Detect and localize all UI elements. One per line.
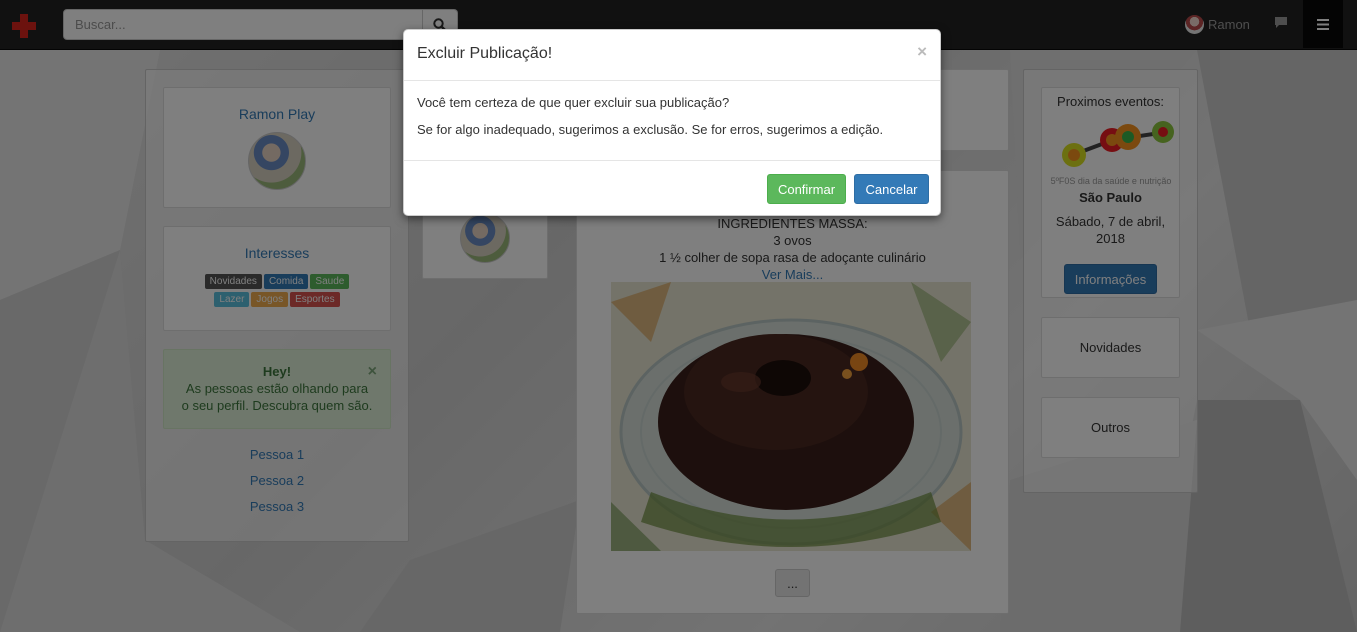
modal-question: Você tem certeza de que quer excluir sua… xyxy=(417,95,730,110)
modal-title: Excluir Publicação! xyxy=(417,45,553,62)
modal-advice: Se for algo inadequado, sugerimos a excl… xyxy=(417,122,884,137)
modal-body: Você tem certeza de que quer excluir sua… xyxy=(404,81,940,161)
modal-footer: Confirmar Cancelar xyxy=(404,161,940,216)
delete-post-modal: Excluir Publicação! × Você tem certeza d… xyxy=(403,29,941,216)
modal-close-icon[interactable]: × xyxy=(917,42,927,62)
cancel-button[interactable]: Cancelar xyxy=(854,174,929,204)
confirm-button[interactable]: Confirmar xyxy=(767,174,846,204)
modal-header: Excluir Publicação! × xyxy=(404,30,940,81)
